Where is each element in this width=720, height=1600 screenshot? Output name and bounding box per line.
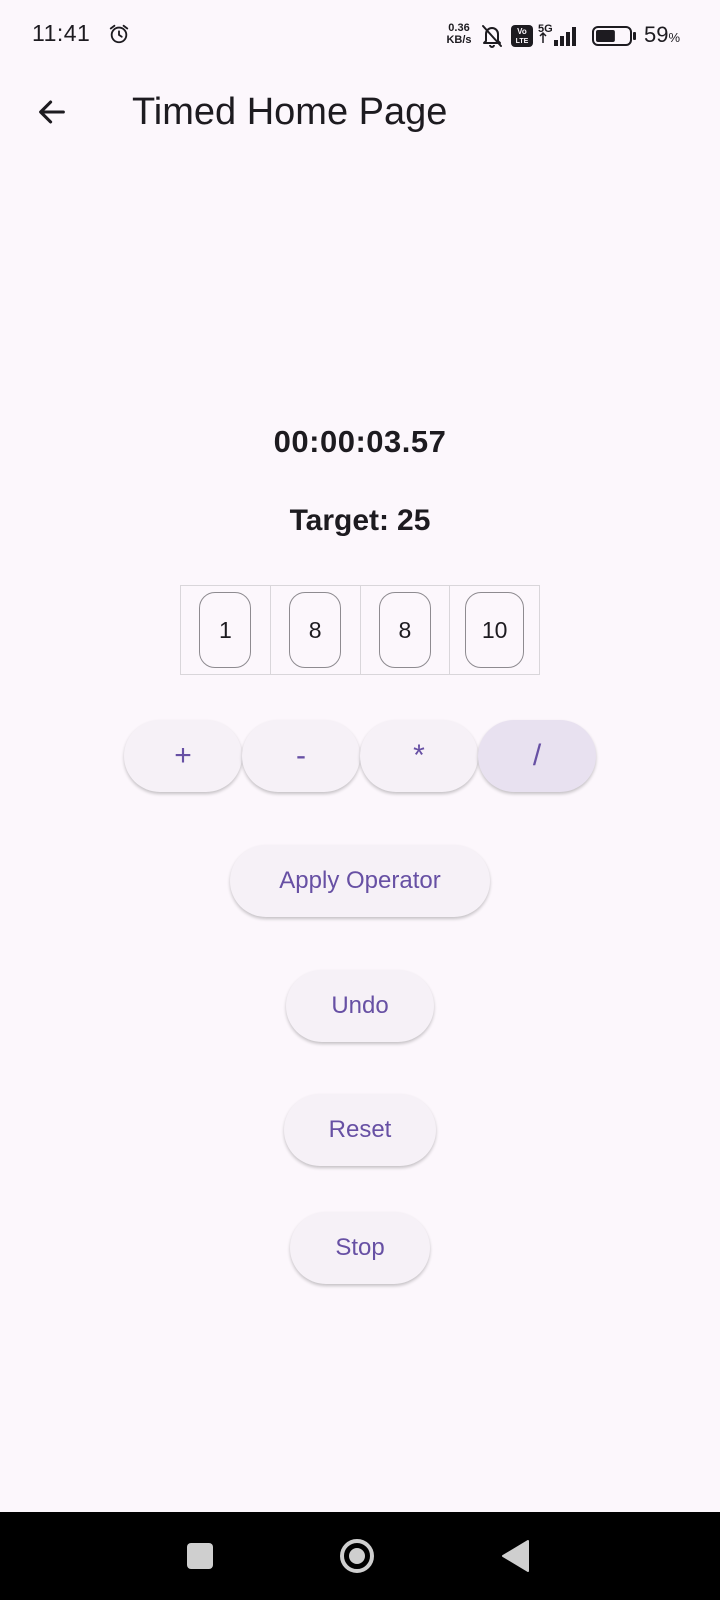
number-cell: 1 — [181, 586, 271, 674]
back-triangle-icon[interactable] — [500, 1539, 530, 1573]
system-nav-bar — [0, 1512, 720, 1600]
stop-button[interactable]: Stop — [290, 1212, 430, 1284]
status-time: 11:41 — [32, 20, 91, 46]
operator-row: + - * / — [124, 720, 596, 794]
signal-icon: 5G — [538, 23, 576, 46]
number-chip[interactable]: 10 — [464, 592, 525, 668]
target-value: 25 — [397, 504, 431, 537]
home-circle-icon[interactable] — [338, 1537, 376, 1575]
add-operator-button[interactable]: + — [124, 720, 242, 792]
multiply-operator-button[interactable]: * — [360, 720, 478, 792]
target-display: Target: 25 — [0, 504, 720, 538]
back-button[interactable] — [28, 88, 76, 136]
number-cell: 10 — [450, 586, 539, 674]
number-chip[interactable]: 8 — [378, 592, 431, 668]
screen: 11:41 0.36 KB/s Vo LTE 5G 59% Timed Home… — [0, 0, 720, 1600]
timer-display: 00:00:03.57 — [273, 424, 447, 459]
apply-operator-button[interactable]: Apply Operator — [230, 845, 490, 917]
page-title: Timed Home Page — [132, 91, 448, 133]
net-speed-value: 0.36 — [448, 22, 470, 34]
volte-label-bottom: LTE — [516, 38, 529, 45]
mute-icon — [482, 25, 502, 48]
number-cell: 8 — [271, 586, 361, 674]
number-chip[interactable]: 8 — [289, 592, 342, 668]
battery-unit: % — [668, 30, 681, 45]
volte-label-top: Vo — [517, 27, 527, 36]
reset-button[interactable]: Reset — [284, 1094, 436, 1166]
alarm-icon — [109, 24, 129, 44]
status-bar: 11:41 0.36 KB/s Vo LTE 5G 59% — [0, 0, 720, 72]
undo-button[interactable]: Undo — [286, 970, 434, 1042]
divide-operator-button[interactable]: / — [478, 720, 596, 792]
number-chip[interactable]: 1 — [199, 592, 252, 668]
network-label: 5G — [538, 23, 553, 35]
battery-icon — [592, 26, 636, 46]
volte-icon: Vo LTE — [511, 25, 533, 47]
net-speed-unit: KB/s — [446, 34, 472, 46]
net-speed: 0.36 KB/s — [444, 22, 474, 46]
arrow-left-icon — [39, 100, 65, 124]
subtract-operator-button[interactable]: - — [242, 720, 360, 792]
target-label: Target: — [289, 504, 390, 537]
battery-text: 59% — [644, 22, 680, 48]
numbers-grid: 1 8 8 10 — [180, 585, 540, 675]
number-cell: 8 — [361, 586, 451, 674]
battery-percent: 59 — [644, 22, 669, 47]
recents-square-icon[interactable] — [187, 1543, 213, 1569]
